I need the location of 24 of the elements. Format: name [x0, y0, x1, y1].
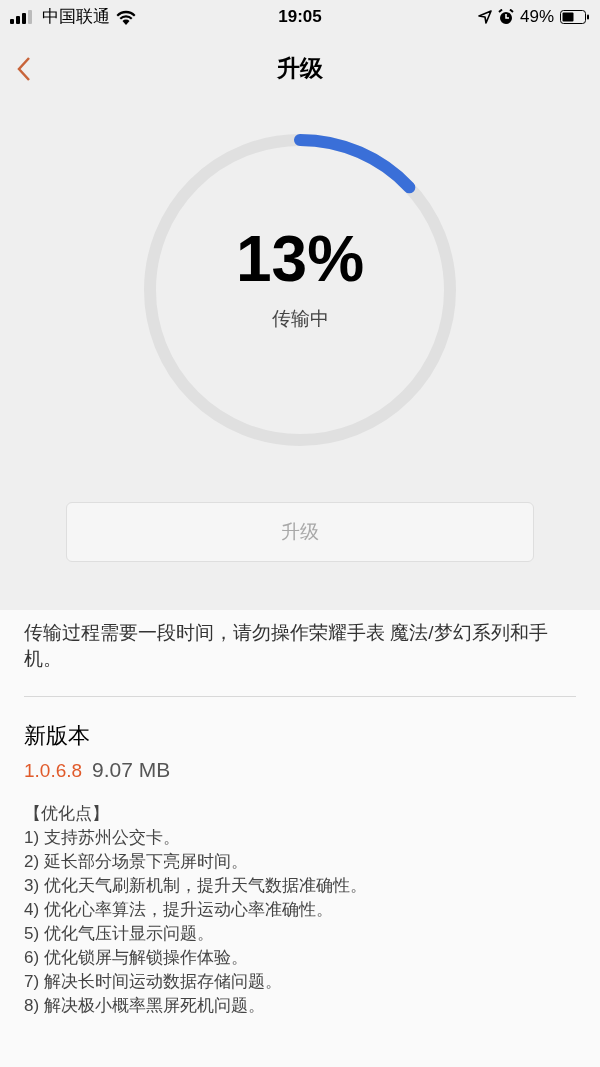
- page-title: 升级: [277, 53, 323, 83]
- changelog-line: 6) 优化锁屏与解锁操作体验。: [24, 946, 249, 969]
- progress-status: 传输中: [271, 306, 329, 331]
- back-chevron-icon: [17, 56, 31, 82]
- clock-time: 19:05: [278, 6, 322, 29]
- changelog-line: 4) 优化心率算法，提升运动心率准确性。: [24, 898, 334, 921]
- progress-percent: 13%: [235, 226, 365, 291]
- changelog-line: 3) 优化天气刷新机制，提升天气数据准确性。: [24, 874, 368, 897]
- changelog-line: 7) 解决长时间运动数据存储问题。: [24, 970, 283, 993]
- wifi-icon: [116, 9, 136, 25]
- version-heading: 新版本: [24, 722, 91, 750]
- changelog-line: 【优化点】: [24, 802, 110, 825]
- version-size: 9.07 MB: [92, 757, 171, 783]
- battery-icon: [560, 10, 590, 24]
- changelog-line: 5) 优化气压计显示问题。: [24, 922, 215, 945]
- changelog-line: 2) 延长部分场景下亮屏时间。: [24, 850, 249, 873]
- battery-percent: 49%: [520, 6, 554, 29]
- alarm-icon: [498, 9, 514, 25]
- changelog-line: 1) 支持苏州公交卡。: [24, 826, 181, 849]
- location-arrow-icon: [478, 10, 492, 24]
- carrier-name: 中国联通: [42, 6, 110, 29]
- changelog-line: 8) 解决极小概率黑屏死机问题。: [24, 994, 266, 1017]
- version-number: 1.0.6.8: [24, 759, 83, 783]
- notice-text: 传输过程需要一段时间，请勿操作荣耀手表 魔法/梦幻系列和手机。: [24, 620, 576, 697]
